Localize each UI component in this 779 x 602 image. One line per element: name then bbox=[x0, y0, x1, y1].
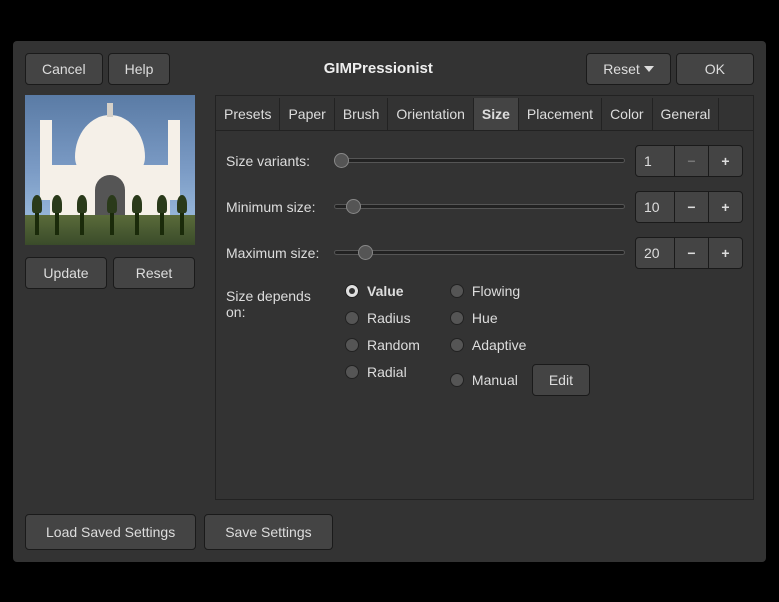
radio-icon bbox=[345, 338, 359, 352]
radio-hue-label: Hue bbox=[472, 310, 498, 326]
tab-presets[interactable]: Presets bbox=[216, 98, 280, 130]
tab-size[interactable]: Size bbox=[474, 98, 519, 130]
minus-icon: − bbox=[687, 199, 695, 215]
radio-manual-label: Manual bbox=[472, 372, 518, 388]
preview-reset-button[interactable]: Reset bbox=[113, 257, 195, 289]
save-settings-button[interactable]: Save Settings bbox=[204, 514, 332, 550]
preview-image bbox=[25, 95, 195, 245]
size-variants-plus-button[interactable]: + bbox=[709, 145, 743, 177]
radio-radius-label: Radius bbox=[367, 310, 411, 326]
minus-icon: − bbox=[687, 245, 695, 261]
size-variants-label: Size variants: bbox=[226, 153, 324, 169]
plus-icon: + bbox=[721, 153, 729, 169]
radio-radius[interactable]: Radius bbox=[345, 310, 420, 326]
cancel-button[interactable]: Cancel bbox=[25, 53, 103, 85]
reset-dropdown-button[interactable]: Reset bbox=[586, 53, 671, 85]
radio-radial-label: Radial bbox=[367, 364, 407, 380]
tab-brush[interactable]: Brush bbox=[335, 98, 389, 130]
radio-value[interactable]: Value bbox=[345, 283, 420, 299]
radio-flowing[interactable]: Flowing bbox=[450, 283, 590, 299]
edit-button[interactable]: Edit bbox=[532, 364, 590, 396]
tab-bar: Presets Paper Brush Orientation Size Pla… bbox=[216, 98, 753, 131]
plus-icon: + bbox=[721, 245, 729, 261]
tab-placement[interactable]: Placement bbox=[519, 98, 602, 130]
minimum-size-minus-button[interactable]: − bbox=[675, 191, 709, 223]
help-button[interactable]: Help bbox=[108, 53, 171, 85]
maximum-size-label: Maximum size: bbox=[226, 245, 324, 261]
maximum-size-plus-button[interactable]: + bbox=[709, 237, 743, 269]
chevron-down-icon bbox=[644, 66, 654, 72]
radio-hue[interactable]: Hue bbox=[450, 310, 590, 326]
maximum-size-slider[interactable] bbox=[334, 243, 625, 263]
radio-icon bbox=[345, 311, 359, 325]
radio-icon bbox=[450, 311, 464, 325]
maximum-size-minus-button[interactable]: − bbox=[675, 237, 709, 269]
dialog-title: GIMPressionist bbox=[170, 60, 586, 77]
size-variants-slider[interactable] bbox=[334, 151, 625, 171]
radio-value-label: Value bbox=[367, 283, 404, 299]
radio-icon bbox=[450, 338, 464, 352]
tab-paper[interactable]: Paper bbox=[280, 98, 334, 130]
minimum-size-plus-button[interactable]: + bbox=[709, 191, 743, 223]
radio-icon bbox=[345, 284, 359, 298]
tab-color[interactable]: Color bbox=[602, 98, 652, 130]
radio-icon bbox=[450, 373, 464, 387]
reset-label: Reset bbox=[603, 61, 640, 77]
plus-icon: + bbox=[721, 199, 729, 215]
header: Cancel Help GIMPressionist Reset OK bbox=[25, 53, 754, 85]
minus-icon: − bbox=[687, 153, 695, 169]
minimum-size-slider[interactable] bbox=[334, 197, 625, 217]
radio-adaptive[interactable]: Adaptive bbox=[450, 337, 590, 353]
tab-general[interactable]: General bbox=[653, 98, 720, 130]
size-depends-label: Size depends on: bbox=[226, 283, 331, 396]
radio-random[interactable]: Random bbox=[345, 337, 420, 353]
minimum-size-input[interactable] bbox=[635, 191, 675, 223]
radio-adaptive-label: Adaptive bbox=[472, 337, 526, 353]
size-variants-input[interactable] bbox=[635, 145, 675, 177]
radio-icon bbox=[345, 365, 359, 379]
dialog: Cancel Help GIMPressionist Reset OK bbox=[13, 41, 766, 562]
radio-radial[interactable]: Radial bbox=[345, 364, 420, 380]
radio-random-label: Random bbox=[367, 337, 420, 353]
radio-manual[interactable]: Manual Edit bbox=[450, 364, 590, 396]
tab-orientation[interactable]: Orientation bbox=[388, 98, 473, 130]
minimum-size-label: Minimum size: bbox=[226, 199, 324, 215]
radio-flowing-label: Flowing bbox=[472, 283, 520, 299]
radio-icon bbox=[450, 284, 464, 298]
maximum-size-input[interactable] bbox=[635, 237, 675, 269]
size-variants-minus-button[interactable]: − bbox=[675, 145, 709, 177]
ok-button[interactable]: OK bbox=[676, 53, 754, 85]
update-button[interactable]: Update bbox=[25, 257, 107, 289]
load-settings-button[interactable]: Load Saved Settings bbox=[25, 514, 196, 550]
